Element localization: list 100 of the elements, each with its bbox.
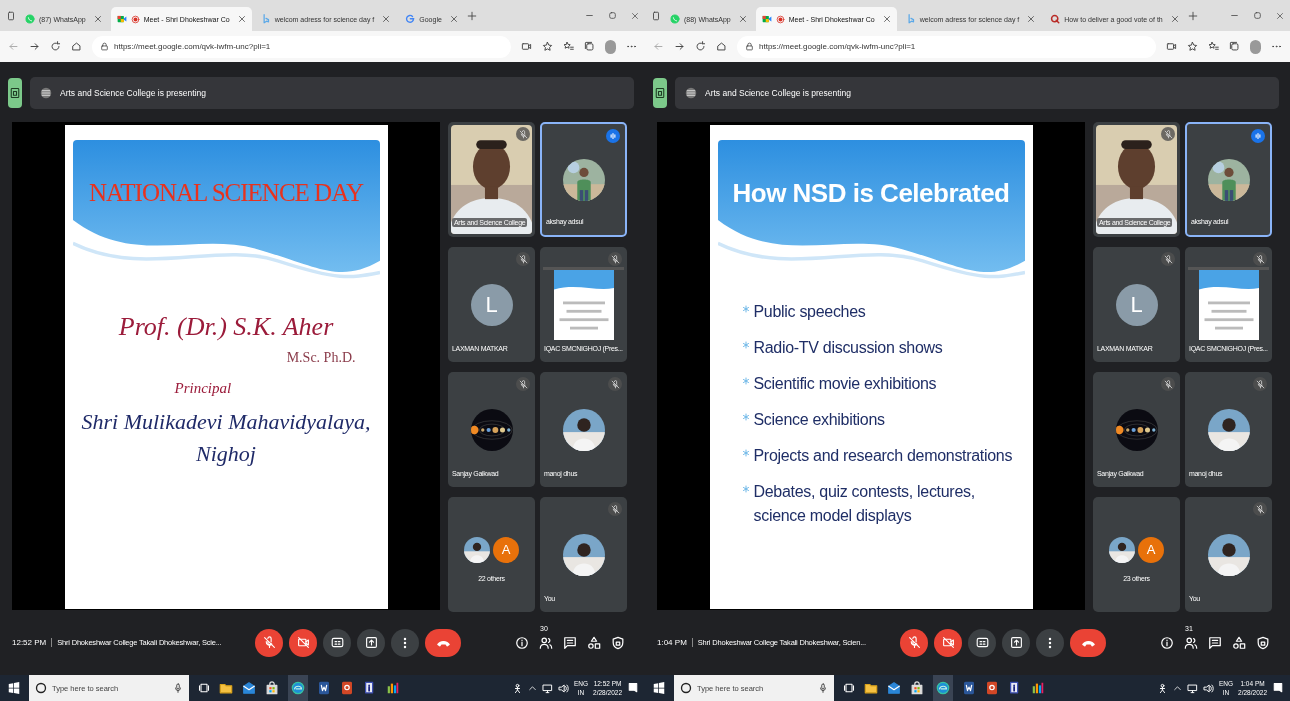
forward-icon[interactable]	[674, 41, 685, 52]
captions-button[interactable]	[323, 628, 351, 657]
meeting-time: 12:52 PM	[12, 638, 53, 647]
network-icon[interactable]	[1187, 682, 1198, 694]
network-icon[interactable]	[542, 682, 553, 694]
browser-icon[interactable]	[288, 675, 308, 701]
leave-call-button[interactable]	[425, 628, 461, 657]
banner-text: Arts and Science College is presenting	[705, 88, 851, 98]
question-icon	[1050, 14, 1061, 24]
camera-button[interactable]	[289, 628, 317, 657]
person-icon[interactable]	[512, 682, 523, 694]
meeting-time: 1:04 PM	[657, 638, 693, 647]
folder-icon[interactable]	[864, 681, 878, 695]
start-icon[interactable]	[8, 682, 20, 694]
notifications-icon[interactable]	[1272, 682, 1284, 694]
presentation-icon[interactable]	[340, 681, 354, 695]
collections-icon[interactable]	[584, 41, 595, 52]
screen-icon[interactable]	[8, 78, 22, 108]
search-icon	[35, 682, 47, 694]
mail-icon[interactable]	[887, 681, 901, 695]
close-icon[interactable]	[237, 15, 246, 23]
avatar: A	[493, 536, 519, 563]
address-field[interactable]: https://meet.google.com/qvk-iwfm-unc?pli=1	[92, 35, 511, 58]
close-icon[interactable]	[93, 15, 102, 23]
notifications-icon[interactable]	[627, 682, 639, 694]
presentation-icon[interactable]	[985, 681, 999, 695]
microphone-button[interactable]	[255, 628, 283, 657]
task-view-icon[interactable]	[198, 682, 210, 694]
host-controls-icon[interactable]	[1256, 635, 1270, 650]
slide-title: NATIONAL SCIENCE DAY	[89, 178, 363, 208]
caret-up-icon[interactable]	[1173, 683, 1182, 693]
chart-icon[interactable]	[1031, 681, 1045, 695]
refresh-icon[interactable]	[50, 41, 61, 52]
bullet-icon	[741, 485, 750, 493]
restore-icon[interactable]	[1253, 11, 1262, 20]
browser-icon[interactable]	[933, 675, 953, 701]
search-icon	[680, 682, 692, 694]
lock-icon	[100, 42, 109, 51]
mail-icon[interactable]	[242, 681, 256, 695]
forward-icon[interactable]	[29, 41, 40, 52]
task-view-icon[interactable]	[843, 682, 855, 694]
home-icon[interactable]	[716, 41, 727, 52]
chat-icon[interactable]	[1208, 635, 1222, 650]
info-icon[interactable]	[515, 635, 529, 650]
present-button[interactable]	[1002, 628, 1030, 657]
profile-avatar[interactable]	[605, 39, 616, 54]
microphone-button[interactable]	[900, 628, 928, 657]
people-icon[interactable]	[1184, 635, 1198, 650]
bullet-icon	[741, 341, 750, 349]
favorites-icon[interactable]	[563, 41, 574, 52]
new-tab-icon[interactable]	[1187, 10, 1198, 21]
avatar-icon	[40, 87, 52, 99]
favorites-icon[interactable]	[1208, 41, 1219, 52]
folder-icon[interactable]	[219, 681, 233, 695]
tab-actions-icon[interactable]	[651, 9, 661, 22]
activities-icon[interactable]	[587, 635, 601, 650]
caret-up-icon[interactable]	[528, 683, 537, 693]
address-field[interactable]: https://meet.google.com/qvk-iwfm-unc?pli=1	[737, 35, 1156, 58]
people-icon[interactable]	[539, 635, 553, 650]
info-icon[interactable]	[1160, 635, 1174, 650]
document-icon	[905, 14, 916, 24]
collections-icon[interactable]	[1229, 41, 1240, 52]
slide-text: Principal	[174, 380, 232, 397]
screen-icon[interactable]	[653, 78, 667, 108]
word-document-icon[interactable]	[317, 681, 331, 695]
person-icon[interactable]	[1157, 682, 1168, 694]
volume-icon[interactable]	[1203, 682, 1214, 694]
volume-icon[interactable]	[558, 682, 569, 694]
add-favorite-icon[interactable]	[542, 41, 553, 52]
camera-blocked-icon[interactable]	[521, 41, 532, 52]
store-icon[interactable]	[265, 681, 279, 695]
close-icon[interactable]	[1276, 11, 1284, 20]
close-icon[interactable]	[449, 15, 458, 23]
leave-call-button[interactable]	[1070, 628, 1106, 657]
add-favorite-icon[interactable]	[1187, 41, 1198, 52]
close-icon[interactable]	[1170, 15, 1179, 23]
restore-icon[interactable]	[608, 11, 617, 20]
camera-blocked-icon[interactable]	[1166, 41, 1177, 52]
tab-actions-icon[interactable]	[6, 9, 16, 22]
chat-icon[interactable]	[563, 635, 577, 650]
host-controls-icon[interactable]	[611, 635, 625, 650]
microphone-icon	[818, 682, 828, 694]
home-icon[interactable]	[71, 41, 82, 52]
chart-icon[interactable]	[386, 681, 400, 695]
close-icon[interactable]	[382, 15, 391, 23]
close-icon[interactable]	[1027, 15, 1036, 23]
store-icon[interactable]	[910, 681, 924, 695]
close-icon[interactable]	[738, 15, 747, 23]
activities-icon[interactable]	[1232, 635, 1246, 650]
start-icon[interactable]	[653, 682, 665, 694]
camera-button[interactable]	[934, 628, 962, 657]
refresh-icon[interactable]	[695, 41, 706, 52]
captions-button[interactable]	[968, 628, 996, 657]
present-button[interactable]	[357, 628, 385, 657]
close-icon[interactable]	[882, 15, 891, 23]
close-icon[interactable]	[631, 11, 639, 20]
profile-avatar[interactable]	[1250, 39, 1261, 54]
word-document-icon[interactable]	[962, 681, 976, 695]
new-tab-icon[interactable]	[466, 10, 477, 21]
bullet-text: Science exhibitions	[753, 410, 885, 430]
